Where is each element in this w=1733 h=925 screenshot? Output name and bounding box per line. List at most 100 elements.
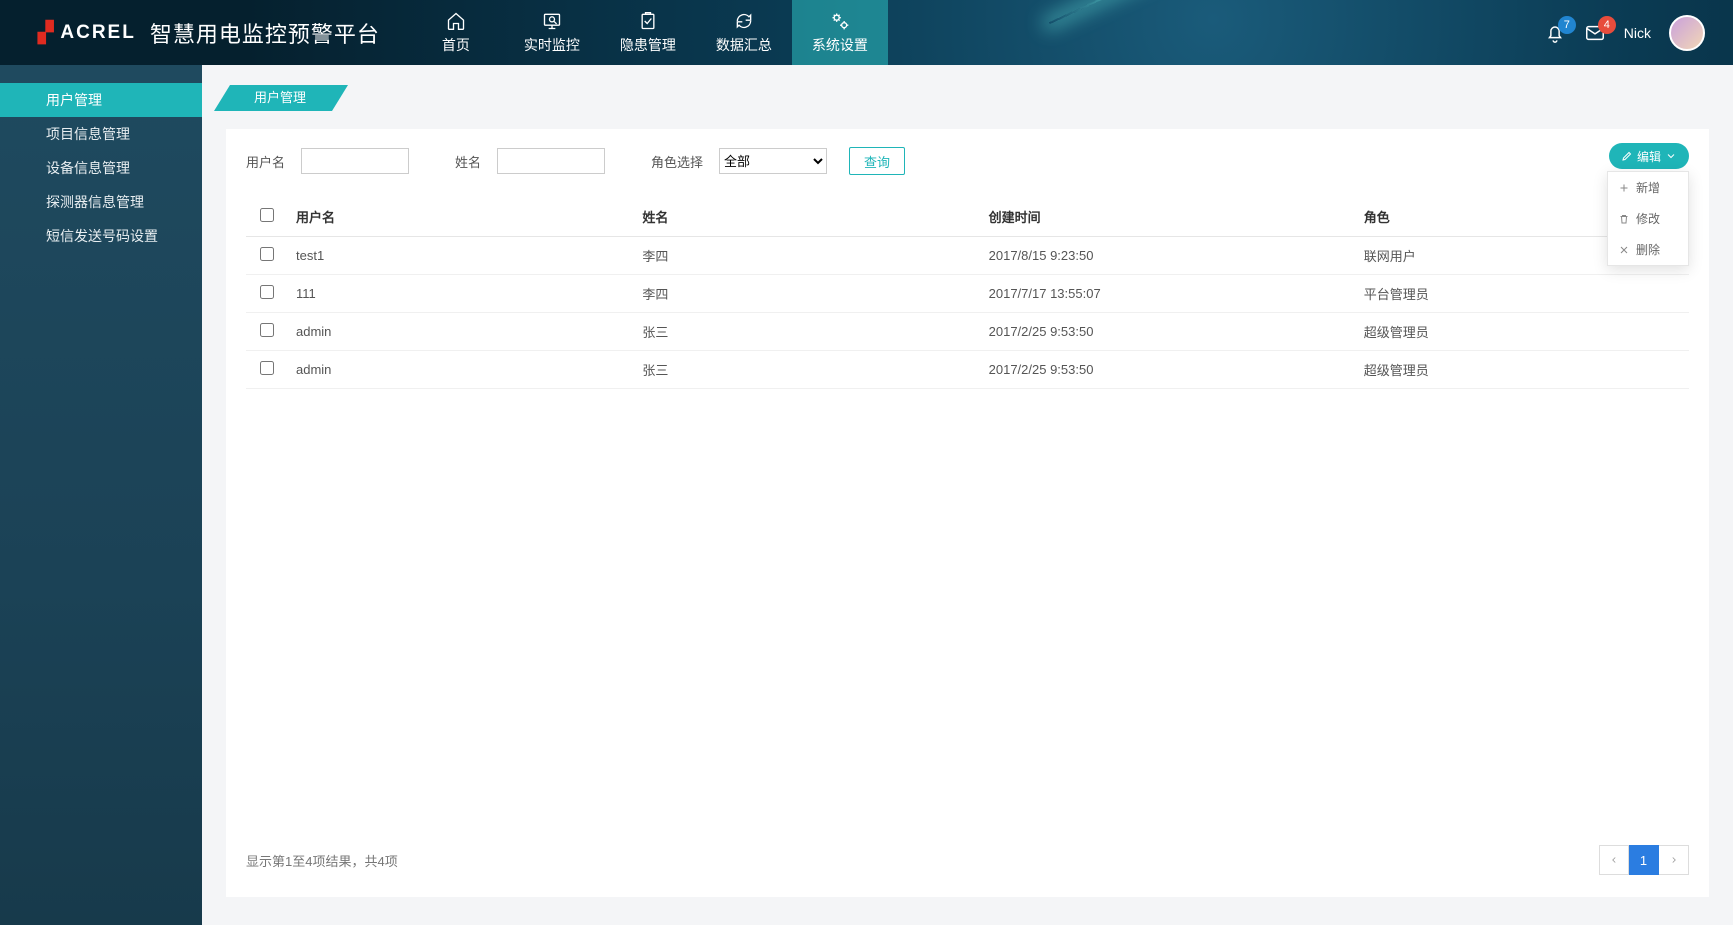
- edit-button-label: 编辑: [1637, 148, 1661, 165]
- filter-role-select[interactable]: 全部: [719, 148, 827, 174]
- nav-settings-label: 系统设置: [812, 35, 868, 55]
- topbar: ▞ ACREL 智慧用电监控预警平台 首页 实时监控 隐患管理 数据汇总 系统设…: [0, 0, 1733, 65]
- cell-realname: 李四: [634, 275, 980, 313]
- bell-badge: 7: [1558, 16, 1576, 34]
- cell-realname: 李四: [634, 237, 980, 275]
- cell-created: 2017/7/17 13:55:07: [981, 275, 1356, 313]
- trash-icon: [1618, 213, 1630, 225]
- filter-realname-label: 姓名: [455, 152, 481, 171]
- nav-monitor[interactable]: 实时监控: [504, 0, 600, 65]
- page-title: 用户管理: [230, 85, 332, 111]
- clipboard-check-icon: [638, 11, 658, 31]
- table-row: test1李四2017/8/15 9:23:50联网用户: [246, 237, 1689, 275]
- cell-realname: 张三: [634, 313, 980, 351]
- sidebar-item-label: 设备信息管理: [46, 158, 130, 178]
- main-content: 用户管理 编辑 新增 修改 删除: [202, 65, 1733, 925]
- pager-page-1[interactable]: 1: [1629, 845, 1659, 875]
- messages-badge: 4: [1598, 16, 1616, 34]
- gears-icon: [830, 11, 850, 31]
- row-checkbox[interactable]: [260, 361, 274, 375]
- sidebar-item-label: 短信发送号码设置: [46, 226, 158, 246]
- pager-prev[interactable]: [1599, 845, 1629, 875]
- refresh-icon: [734, 11, 754, 31]
- row-checkbox[interactable]: [260, 323, 274, 337]
- close-icon: [1618, 244, 1630, 256]
- dropdown-item-label: 删除: [1636, 241, 1660, 258]
- notifications-messages[interactable]: 4: [1584, 22, 1606, 44]
- pager: 1: [1599, 845, 1689, 875]
- filter-username-input[interactable]: [301, 148, 409, 174]
- nav-monitor-label: 实时监控: [524, 35, 580, 55]
- table-footer: 显示第1至4项结果，共4项 1: [246, 815, 1689, 875]
- top-nav: 首页 实时监控 隐患管理 数据汇总 系统设置: [408, 0, 888, 65]
- dropdown-item-label: 新增: [1636, 179, 1660, 196]
- pencil-icon: [1621, 150, 1633, 162]
- sidebar-item-sms[interactable]: 短信发送号码设置: [0, 219, 202, 253]
- cell-role: 超级管理员: [1356, 351, 1689, 389]
- table-row: 111李四2017/7/17 13:55:07平台管理员: [246, 275, 1689, 313]
- dropdown-item-delete[interactable]: 删除: [1608, 234, 1688, 265]
- sidebar-item-devices[interactable]: 设备信息管理: [0, 151, 202, 185]
- sidebar-item-label: 探测器信息管理: [46, 192, 144, 212]
- cell-created: 2017/2/25 9:53:50: [981, 313, 1356, 351]
- row-checkbox[interactable]: [260, 247, 274, 261]
- table-row: admin张三2017/2/25 9:53:50超级管理员: [246, 313, 1689, 351]
- dropdown-item-label: 修改: [1636, 210, 1660, 227]
- nav-home-label: 首页: [442, 35, 470, 55]
- notifications-bell[interactable]: 7: [1544, 22, 1566, 44]
- col-realname: 姓名: [634, 197, 980, 237]
- col-created: 创建时间: [981, 197, 1356, 237]
- query-button[interactable]: 查询: [849, 147, 905, 175]
- chevron-right-icon: [1669, 855, 1679, 865]
- brand: ▞ ACREL 智慧用电监控预警平台: [0, 17, 408, 49]
- user-zone: 7 4 Nick: [1544, 15, 1733, 51]
- col-username: 用户名: [288, 197, 634, 237]
- nav-home[interactable]: 首页: [408, 0, 504, 65]
- nav-settings[interactable]: 系统设置: [792, 0, 888, 65]
- chevron-left-icon: [1609, 855, 1619, 865]
- cell-realname: 张三: [634, 351, 980, 389]
- home-icon: [446, 11, 466, 31]
- app-title: 智慧用电监控预警平台: [150, 17, 380, 49]
- cell-username: test1: [288, 237, 634, 275]
- dropdown-item-add[interactable]: 新增: [1608, 172, 1688, 203]
- content-card: 编辑 新增 修改 删除 用户名: [226, 129, 1709, 897]
- edit-button[interactable]: 编辑: [1609, 143, 1689, 169]
- filter-username-label: 用户名: [246, 152, 285, 171]
- table-row: admin张三2017/2/25 9:53:50超级管理员: [246, 351, 1689, 389]
- nav-hazard[interactable]: 隐患管理: [600, 0, 696, 65]
- footer-summary: 显示第1至4项结果，共4项: [246, 851, 398, 870]
- sidebar-item-label: 项目信息管理: [46, 124, 130, 144]
- user-name[interactable]: Nick: [1624, 25, 1651, 41]
- cell-role: 超级管理员: [1356, 313, 1689, 351]
- sidebar: 用户管理 项目信息管理 设备信息管理 探测器信息管理 短信发送号码设置: [0, 65, 202, 925]
- sidebar-item-detectors[interactable]: 探测器信息管理: [0, 185, 202, 219]
- brand-logo-icon: ▞: [38, 20, 54, 45]
- dropdown-item-edit[interactable]: 修改: [1608, 203, 1688, 234]
- pager-next[interactable]: [1659, 845, 1689, 875]
- select-all-checkbox[interactable]: [260, 208, 274, 222]
- nav-data[interactable]: 数据汇总: [696, 0, 792, 65]
- nav-hazard-label: 隐患管理: [620, 35, 676, 55]
- avatar[interactable]: [1669, 15, 1705, 51]
- edit-dropdown: 新增 修改 删除: [1607, 171, 1689, 266]
- filter-bar: 用户名 姓名 角色选择 全部 查询: [246, 147, 1689, 175]
- filter-role-label: 角色选择: [651, 152, 703, 171]
- sidebar-item-label: 用户管理: [46, 90, 102, 110]
- cell-created: 2017/2/25 9:53:50: [981, 351, 1356, 389]
- filter-realname-input[interactable]: [497, 148, 605, 174]
- users-table: 用户名 姓名 创建时间 角色 test1李四2017/8/15 9:23:50联…: [246, 197, 1689, 389]
- monitor-icon: [542, 11, 562, 31]
- page-title-tab: 用户管理: [226, 83, 1709, 113]
- sidebar-item-projects[interactable]: 项目信息管理: [0, 117, 202, 151]
- cell-created: 2017/8/15 9:23:50: [981, 237, 1356, 275]
- nav-data-label: 数据汇总: [716, 35, 772, 55]
- brand-name: ACREL: [60, 22, 135, 44]
- plus-icon: [1618, 182, 1630, 194]
- chevron-down-icon: [1665, 150, 1677, 162]
- row-checkbox[interactable]: [260, 285, 274, 299]
- cell-role: 平台管理员: [1356, 275, 1689, 313]
- sidebar-item-users[interactable]: 用户管理: [0, 83, 202, 117]
- cell-username: 111: [288, 275, 634, 313]
- cell-username: admin: [288, 313, 634, 351]
